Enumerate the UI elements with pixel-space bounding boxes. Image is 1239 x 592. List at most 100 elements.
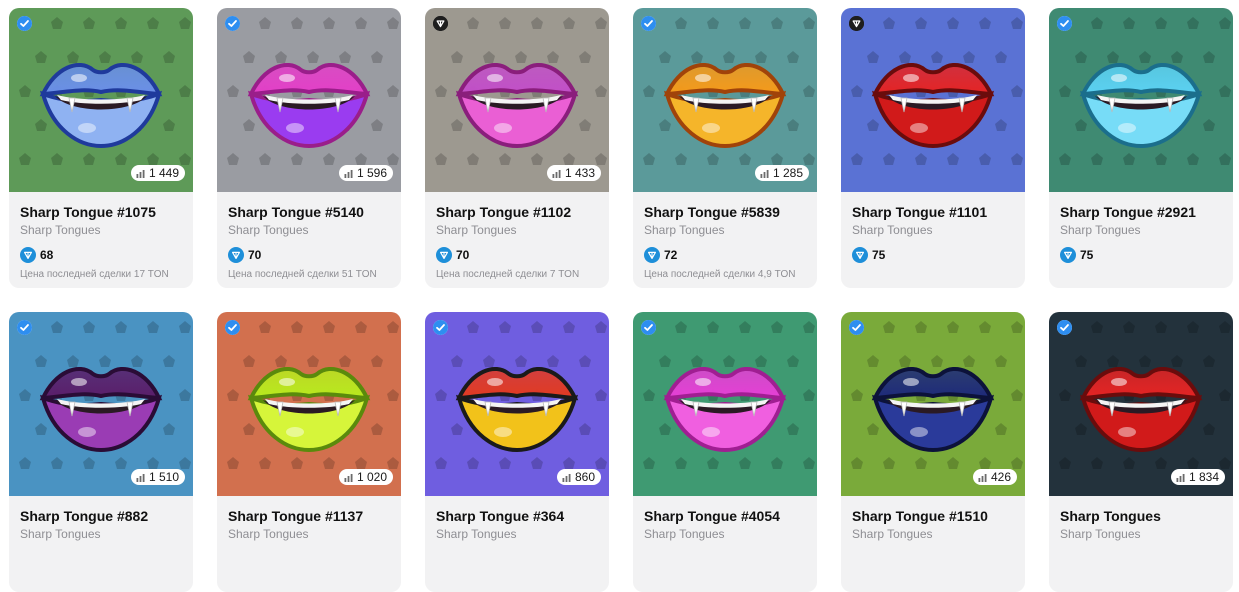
views-badge: 1 449 [130,165,185,181]
card-info: Sharp Tongue #1075 Sharp Tongues 68 Цена по… [9,192,193,280]
lips-artwork-image [1075,352,1207,461]
nft-card[interactable]: Sharp Tongue #4054 Sharp Tongues [633,312,817,592]
nft-card[interactable]: 1 596 Sharp Tongue #5140 Sharp Tongues 70 Це… [217,8,401,288]
nft-card[interactable]: 426 Sharp Tongue #1510 Sharp Tongues [841,312,1025,592]
views-badge: 860 [556,469,601,485]
lips-artwork-image [659,48,791,157]
views-count: 1 449 [148,166,179,180]
nft-thumbnail[interactable]: 1 449 [9,8,193,192]
nft-title[interactable]: Sharp Tongue #5839 [644,203,806,221]
verified-icon [17,16,32,31]
verified-icon [225,320,240,335]
lips-artwork-image [35,48,167,157]
nft-thumbnail[interactable] [1049,8,1233,192]
price-row: 70 [436,246,598,264]
price-value: 72 [664,248,678,262]
price-row: 70 [228,246,390,264]
nft-title[interactable]: Sharp Tongue #1102 [436,203,598,221]
price-value: 70 [248,248,262,262]
nft-title[interactable]: Sharp Tongue #364 [436,507,598,525]
lips-artwork-image [451,352,583,461]
nft-title[interactable]: Sharp Tongue #1075 [20,203,182,221]
card-info: Sharp Tongues Sharp Tongues [1049,496,1233,542]
nft-thumbnail[interactable] [841,8,1025,192]
price-value: 75 [1080,248,1094,262]
verified-icon [641,320,656,335]
last-sale-price: Цена последней сделки 4,9 TON [644,269,796,280]
lips-artwork-image [243,352,375,461]
nft-card[interactable]: Sharp Tongue #1101 Sharp Tongues 75 [841,8,1025,288]
nft-title[interactable]: Sharp Tongue #4054 [644,507,806,525]
nft-thumbnail[interactable]: 1 285 [633,8,817,192]
views-badge: 1 834 [1170,469,1225,485]
views-count: 1 510 [148,470,179,484]
bar-chart-icon [344,473,354,482]
nft-thumbnail[interactable]: 860 [425,312,609,496]
price-row: 75 [852,246,1014,264]
nft-title[interactable]: Sharp Tongues [1060,507,1222,525]
views-count: 1 285 [772,166,803,180]
nft-thumbnail[interactable] [633,312,817,496]
ton-shield-icon [849,16,864,31]
nft-title[interactable]: Sharp Tongue #2921 [1060,203,1222,221]
nft-card[interactable]: 1 285 Sharp Tongue #5839 Sharp Tongues 72 Це… [633,8,817,288]
verified-icon [641,16,656,31]
views-badge: 1 596 [338,165,393,181]
price-value: 68 [40,248,54,262]
card-info: Sharp Tongue #5140 Sharp Tongues 70 Цена по… [217,192,401,280]
nft-card[interactable]: 1 449 Sharp Tongue #1075 Sharp Tongues 68 Це… [9,8,193,288]
card-info: Sharp Tongue #1137 Sharp Tongues [217,496,401,542]
nft-card[interactable]: 1 834 Sharp Tongues Sharp Tongues [1049,312,1233,592]
nft-thumbnail[interactable]: 1 510 [9,312,193,496]
nft-thumbnail[interactable]: 1 433 [425,8,609,192]
views-badge: 1 020 [338,469,393,485]
nft-title[interactable]: Sharp Tongue #1137 [228,507,390,525]
collection-name: Sharp Tongues [852,527,933,541]
views-badge: 426 [972,469,1017,485]
nft-card[interactable]: 1 020 Sharp Tongue #1137 Sharp Tongues [217,312,401,592]
verified-icon [17,320,32,335]
bar-chart-icon [552,169,562,178]
lips-artwork-image [867,48,999,157]
nft-title[interactable]: Sharp Tongue #882 [20,507,182,525]
price-row: 72 [644,246,806,264]
nft-card[interactable]: 1 510 Sharp Tongue #882 Sharp Tongues [9,312,193,592]
nft-thumbnail[interactable]: 1 020 [217,312,401,496]
nft-thumbnail[interactable]: 1 596 [217,8,401,192]
ton-currency-icon [436,247,452,263]
nft-title[interactable]: Sharp Tongue #1101 [852,203,1014,221]
bar-chart-icon [344,169,354,178]
ton-currency-icon [1060,247,1076,263]
collection-name: Sharp Tongues [436,527,517,541]
lips-artwork-image [243,48,375,157]
nft-card[interactable]: 1 433 Sharp Tongue #1102 Sharp Tongues 70 Це… [425,8,609,288]
nft-card[interactable]: 860 Sharp Tongue #364 Sharp Tongues [425,312,609,592]
card-info: Sharp Tongue #2921 Sharp Tongues 75 [1049,192,1233,264]
nft-thumbnail[interactable]: 426 [841,312,1025,496]
verified-icon [1057,16,1072,31]
last-sale-price: Цена последней сделки 51 TON [228,269,377,280]
verified-icon [433,320,448,335]
nft-grid: 1 449 Sharp Tongue #1075 Sharp Tongues 68 Це… [9,8,1233,592]
ton-currency-icon [228,247,244,263]
nft-title[interactable]: Sharp Tongue #5140 [228,203,390,221]
views-badge: 1 510 [130,469,185,485]
ton-currency-icon [644,247,660,263]
price-row: 75 [1060,246,1222,264]
nft-card[interactable]: Sharp Tongue #2921 Sharp Tongues 75 [1049,8,1233,288]
views-badge: 1 285 [754,165,809,181]
last-sale-price: Цена последней сделки 17 TON [20,269,169,280]
card-info: Sharp Tongue #364 Sharp Tongues [425,496,609,542]
nft-thumbnail[interactable]: 1 834 [1049,312,1233,496]
lips-artwork-image [1075,48,1207,157]
price-row: 68 [20,246,182,264]
collection-name: Sharp Tongues [1060,527,1141,541]
views-count: 1 020 [356,470,387,484]
views-count: 1 834 [1188,470,1219,484]
card-info: Sharp Tongue #1101 Sharp Tongues 75 [841,192,1025,264]
ton-currency-icon [852,247,868,263]
views-count: 1 596 [356,166,387,180]
nft-title[interactable]: Sharp Tongue #1510 [852,507,1014,525]
verified-icon [849,320,864,335]
price-value: 70 [456,248,470,262]
